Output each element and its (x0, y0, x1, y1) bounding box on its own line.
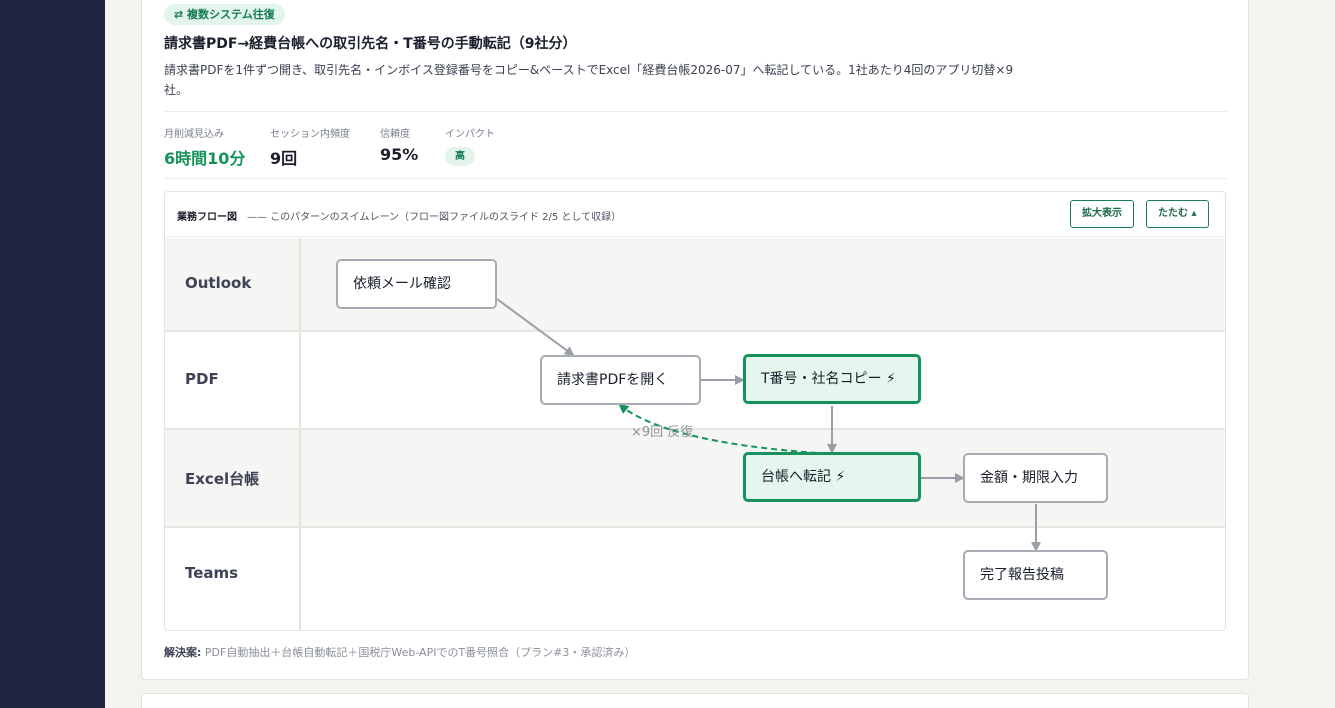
node-amount-input: 金額・期限入力 (963, 453, 1108, 503)
sidebar (0, 0, 105, 708)
solution-line: 解決案: PDF自動抽出＋台帳自動転記＋国税庁Web-APIでのT番号照合（プラ… (164, 644, 635, 660)
solution-text: PDF自動抽出＋台帳自動転記＋国税庁Web-APIでのT番号照合（プラン#3・承… (204, 646, 636, 659)
metric-value: 9回 (270, 149, 298, 168)
metric-value: 6時間10分 (164, 149, 246, 168)
solution-label: 解決案: (164, 646, 202, 659)
node-transcribe: 台帳へ転記 ⚡ (743, 452, 921, 502)
impact-badge: 高 (445, 147, 475, 166)
metric-frequency: セッション内頻度 9回 (270, 125, 350, 169)
divider (164, 111, 1227, 112)
category-badge: ⇄ 複数システム往復 (164, 4, 285, 25)
next-pattern-card (141, 693, 1249, 708)
metric-label: 信頼度 (380, 129, 410, 140)
node-mail-check: 依頼メール確認 (336, 259, 497, 309)
flow-diagram-panel: 業務フロー図 —— このパターンのスイムレーン（フロー図ファイルのスライド 2/… (164, 191, 1226, 631)
metric-value: 95% (380, 145, 419, 164)
divider (164, 178, 1227, 179)
metric-label: セッション内頻度 (270, 129, 350, 140)
pattern-title: 請求書PDF→経費台帳への取引先名・T番号の手動転記（9社分） (164, 36, 577, 52)
node-open-pdf: 請求書PDFを開く (540, 355, 701, 405)
metric-monthly-savings: 月削減見込み 6時間10分 (164, 125, 245, 169)
metric-label: インパクト (445, 129, 495, 140)
loop-label: ×9回 反復 (631, 425, 694, 440)
arrow-mail-to-pdf (496, 298, 575, 357)
node-report: 完了報告投稿 (963, 550, 1108, 600)
pattern-description: 請求書PDFを1件ずつ開き、取引先名・インボイス登録番号をコピー&ペーストでEx… (164, 63, 1014, 97)
metric-impact: インパクト 高 (445, 125, 495, 166)
node-copy-tnumber: T番号・社名コピー ⚡ (743, 354, 921, 404)
metric-label: 月削減見込み (164, 129, 224, 140)
metric-confidence: 信頼度 95% (380, 125, 418, 164)
